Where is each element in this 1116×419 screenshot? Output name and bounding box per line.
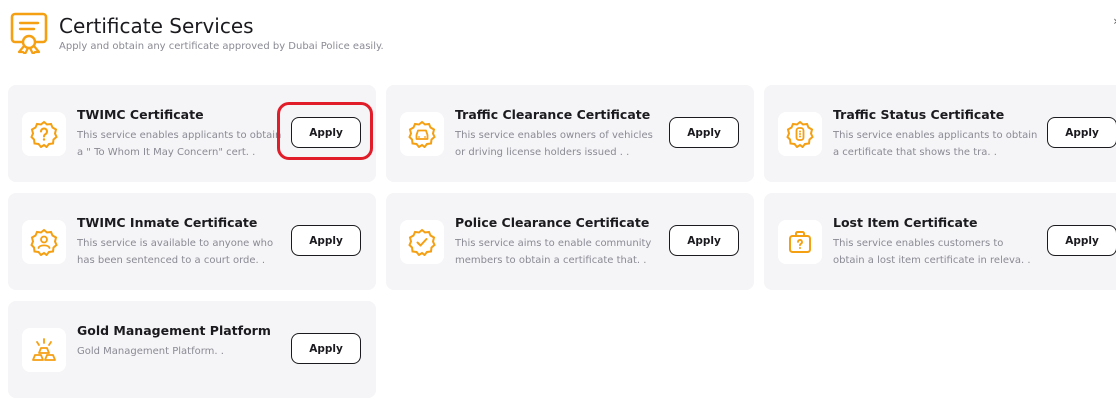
service-card-twimc: TWIMC Certificate This service enables a…	[8, 85, 376, 182]
service-description: This service is available to anyone who …	[77, 238, 274, 266]
traffic-light-badge-icon	[786, 120, 814, 148]
service-description: This service enables applicants to obtai…	[77, 130, 282, 158]
service-title: Gold Management Platform	[77, 323, 271, 338]
apply-button-twimc-inmate[interactable]: Apply	[291, 225, 361, 256]
lost-bag-icon	[789, 231, 811, 253]
page-header: Certificate Services Apply and obtain an…	[10, 12, 384, 54]
service-title: Lost Item Certificate	[833, 215, 978, 230]
apply-button-lost-item[interactable]: Apply	[1047, 225, 1116, 256]
page-subtitle: Apply and obtain any certificate approve…	[59, 41, 384, 52]
apply-button-twimc[interactable]: Apply	[291, 117, 361, 148]
service-description: This service aims to enable community me…	[455, 238, 652, 266]
certificate-icon	[10, 12, 48, 54]
certificate-services-page: Certificate Services Apply and obtain an…	[0, 0, 1116, 419]
service-card-twimc-inmate: TWIMC Inmate Certificate This service is…	[8, 193, 376, 290]
service-card-traffic-status: Traffic Status Certificate This service …	[764, 85, 1116, 182]
apply-button-traffic-clearance[interactable]: Apply	[669, 117, 739, 148]
service-title: Traffic Status Certificate	[833, 107, 1005, 122]
service-card-police-clearance: Police Clearance Certificate This servic…	[386, 193, 754, 290]
service-card-lost-item: Lost Item Certificate This service enabl…	[764, 193, 1116, 290]
service-description: This service enables applicants to obtai…	[833, 130, 1038, 158]
service-description: Gold Management Platform. .	[77, 346, 224, 357]
apply-button-gold-management[interactable]: Apply	[291, 333, 361, 364]
service-card-traffic-clearance: Traffic Clearance Certificate This servi…	[386, 85, 754, 182]
service-description: This service enables owners of vehicles …	[455, 130, 653, 158]
service-description: This service enables customers to obtain…	[833, 238, 1031, 266]
service-title: Traffic Clearance Certificate	[455, 107, 651, 122]
apply-button-traffic-status[interactable]: Apply	[1047, 117, 1116, 148]
gold-bars-icon	[32, 338, 56, 361]
service-title: Police Clearance Certificate	[455, 215, 650, 230]
question-badge-icon	[30, 120, 58, 148]
service-card-gold-management: Gold Management Platform Gold Management…	[8, 301, 376, 398]
page-title: Certificate Services	[59, 14, 254, 38]
person-badge-icon	[30, 228, 58, 256]
service-title: TWIMC Inmate Certificate	[77, 215, 258, 230]
check-badge-icon	[408, 228, 436, 256]
service-title: TWIMC Certificate	[77, 107, 204, 122]
apply-button-police-clearance[interactable]: Apply	[669, 225, 739, 256]
car-badge-icon	[408, 120, 436, 148]
